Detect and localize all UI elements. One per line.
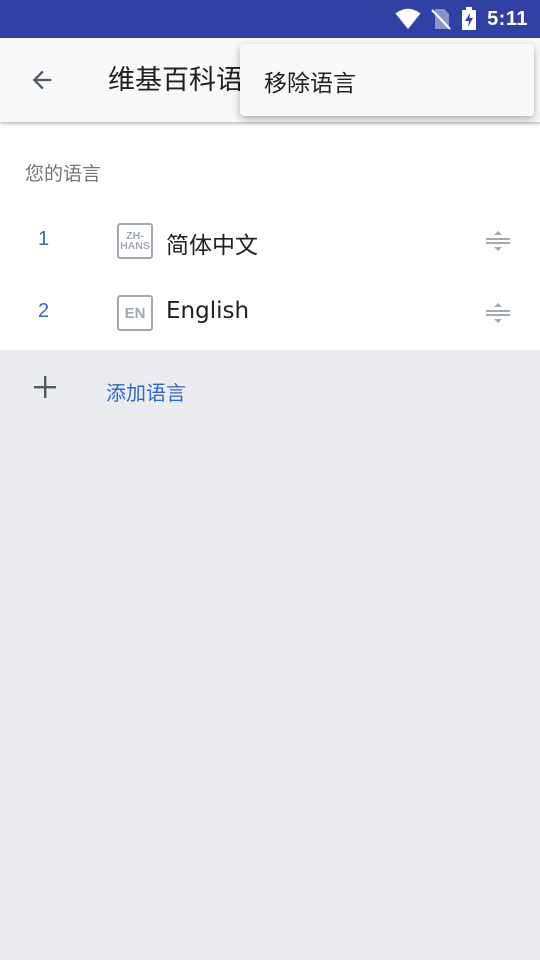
wifi-icon: [395, 8, 421, 30]
status-time: 5:11: [487, 7, 528, 30]
language-row-zh-hans[interactable]: 1 ZH- HANS 简体中文: [0, 206, 540, 278]
status-icons: 5:11: [395, 0, 528, 38]
overflow-menu: 移除语言: [240, 44, 534, 116]
language-name: English: [166, 298, 250, 324]
drag-handle-icon[interactable]: [486, 229, 510, 253]
languages-list: 您的语言 1 ZH- HANS 简体中文 2 EN English: [0, 122, 540, 350]
battery-charging-icon: [461, 7, 477, 31]
no-sim-icon: [431, 8, 451, 30]
language-code-line: HANS: [120, 240, 150, 252]
arrow-back-icon: [28, 66, 56, 94]
add-language-button[interactable]: 添加语言: [0, 350, 540, 428]
drag-handle-icon[interactable]: [486, 301, 510, 325]
section-header: 您的语言: [25, 163, 102, 185]
status-bar: 5:11: [0, 0, 540, 38]
plus-icon: [33, 375, 57, 399]
back-button[interactable]: [22, 60, 62, 100]
language-name: 简体中文: [166, 233, 258, 259]
language-code-badge: ZH- HANS: [117, 223, 153, 259]
remove-language-menu-item[interactable]: 移除语言: [264, 64, 356, 98]
language-code-line: EN: [124, 304, 146, 322]
language-order-number: 2: [38, 300, 50, 322]
language-order-number: 1: [38, 228, 50, 250]
language-row-en[interactable]: 2 EN English: [0, 278, 540, 350]
add-language-label: 添加语言: [106, 381, 186, 405]
language-code-badge: EN: [117, 295, 153, 331]
